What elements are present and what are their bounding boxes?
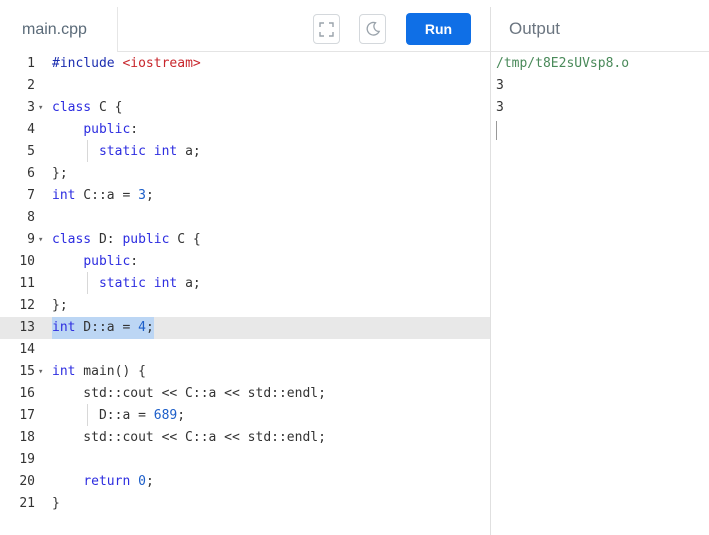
code-text: class D: public C { (52, 232, 201, 247)
line-number: 12 (19, 298, 35, 313)
code-line[interactable]: 5 static int a; (0, 141, 490, 163)
line-number: 5 (27, 144, 35, 159)
output-path: /tmp/t8E2sUVsp8.o (496, 56, 630, 71)
line-number: 6 (27, 166, 35, 181)
code-line[interactable]: 18 std::cout << C::a << std::endl; (0, 427, 490, 449)
code-text: int main() { (52, 364, 146, 379)
line-number: 21 (19, 496, 35, 511)
fold-toggle-icon[interactable]: ▾ (38, 97, 43, 119)
line-number: 2 (27, 78, 35, 93)
code-line[interactable]: 17 D::a = 689; (0, 405, 490, 427)
line-number: 10 (19, 254, 35, 269)
text-cursor (496, 121, 497, 140)
line-number: 8 (27, 210, 35, 225)
line-number: 18 (19, 430, 35, 445)
line-number: 11 (19, 276, 35, 291)
theme-toggle-button[interactable] (359, 14, 386, 44)
code-line[interactable]: 20 return 0; (0, 471, 490, 493)
code-text: std::cout << C::a << std::endl; (52, 430, 326, 445)
code-text: public: (83, 122, 139, 137)
code-line[interactable]: 4 public: (0, 119, 490, 141)
code-text: static int a; (98, 276, 201, 291)
line-number: 15 (19, 364, 35, 379)
line-number: 13 (19, 320, 35, 335)
run-button[interactable]: Run (406, 13, 471, 45)
code-text: class C { (52, 100, 123, 115)
fold-toggle-icon[interactable]: ▾ (38, 361, 43, 383)
code-line[interactable]: 14 (0, 339, 490, 361)
file-tab[interactable]: main.cpp (0, 7, 118, 52)
line-number: 20 (19, 474, 35, 489)
top-bar (0, 0, 709, 7)
output-title: Output (491, 7, 709, 52)
code-text: static int a; (98, 144, 201, 159)
code-line[interactable]: 11 static int a; (0, 273, 490, 295)
output-line: 3 (496, 78, 504, 93)
code-text: }; (52, 166, 68, 181)
code-text: } (52, 496, 60, 511)
code-line[interactable]: 16 std::cout << C::a << std::endl; (0, 383, 490, 405)
code-line[interactable]: 19 (0, 449, 490, 471)
fullscreen-icon (319, 21, 334, 37)
line-number: 17 (19, 408, 35, 423)
code-line[interactable]: 21} (0, 493, 490, 515)
code-line[interactable]: 13 int D::a = 4; (0, 317, 490, 339)
line-number: 9 (27, 232, 35, 247)
code-line[interactable]: 8 (0, 207, 490, 229)
code-text: #include <iostream> (52, 56, 201, 71)
code-line[interactable]: 9 ▾ class D: public C { (0, 229, 490, 251)
code-text: int C::a = 3; (52, 188, 154, 203)
code-text: return 0; (83, 474, 154, 489)
moon-icon (366, 21, 380, 36)
line-number: 14 (19, 342, 35, 357)
output-line: 3 (496, 100, 504, 115)
code-editor[interactable]: 1 #include <iostream> 2 3 ▾ class C {4 public… (0, 52, 490, 535)
fullscreen-button[interactable] (313, 14, 340, 44)
code-text: int D::a = 4; (52, 317, 154, 339)
fold-toggle-icon[interactable]: ▾ (38, 229, 43, 251)
code-text: }; (52, 298, 68, 313)
line-number: 16 (19, 386, 35, 401)
line-number: 3 (27, 100, 35, 115)
code-line[interactable]: 6}; (0, 163, 490, 185)
code-line[interactable]: 3 ▾ class C { (0, 97, 490, 119)
line-number: 7 (27, 188, 35, 203)
editor-header: main.cpp Run (0, 7, 490, 52)
code-text: D::a = 689; (52, 408, 186, 423)
code-line[interactable]: 2 (0, 75, 490, 97)
code-text: std::cout << C::a << std::endl; (52, 386, 326, 401)
code-text: public: (83, 254, 139, 269)
line-number: 4 (27, 122, 35, 137)
code-line[interactable]: 15 ▾ int main() { (0, 361, 490, 383)
code-line[interactable]: 12}; (0, 295, 490, 317)
code-line[interactable]: 1 #include <iostream> (0, 53, 490, 75)
output-console[interactable]: /tmp/t8E2sUVsp8.o 3 3 (491, 52, 709, 535)
code-line[interactable]: 7 int C::a = 3; (0, 185, 490, 207)
code-line[interactable]: 10 public: (0, 251, 490, 273)
line-number: 19 (19, 452, 35, 467)
line-number: 1 (27, 56, 35, 71)
